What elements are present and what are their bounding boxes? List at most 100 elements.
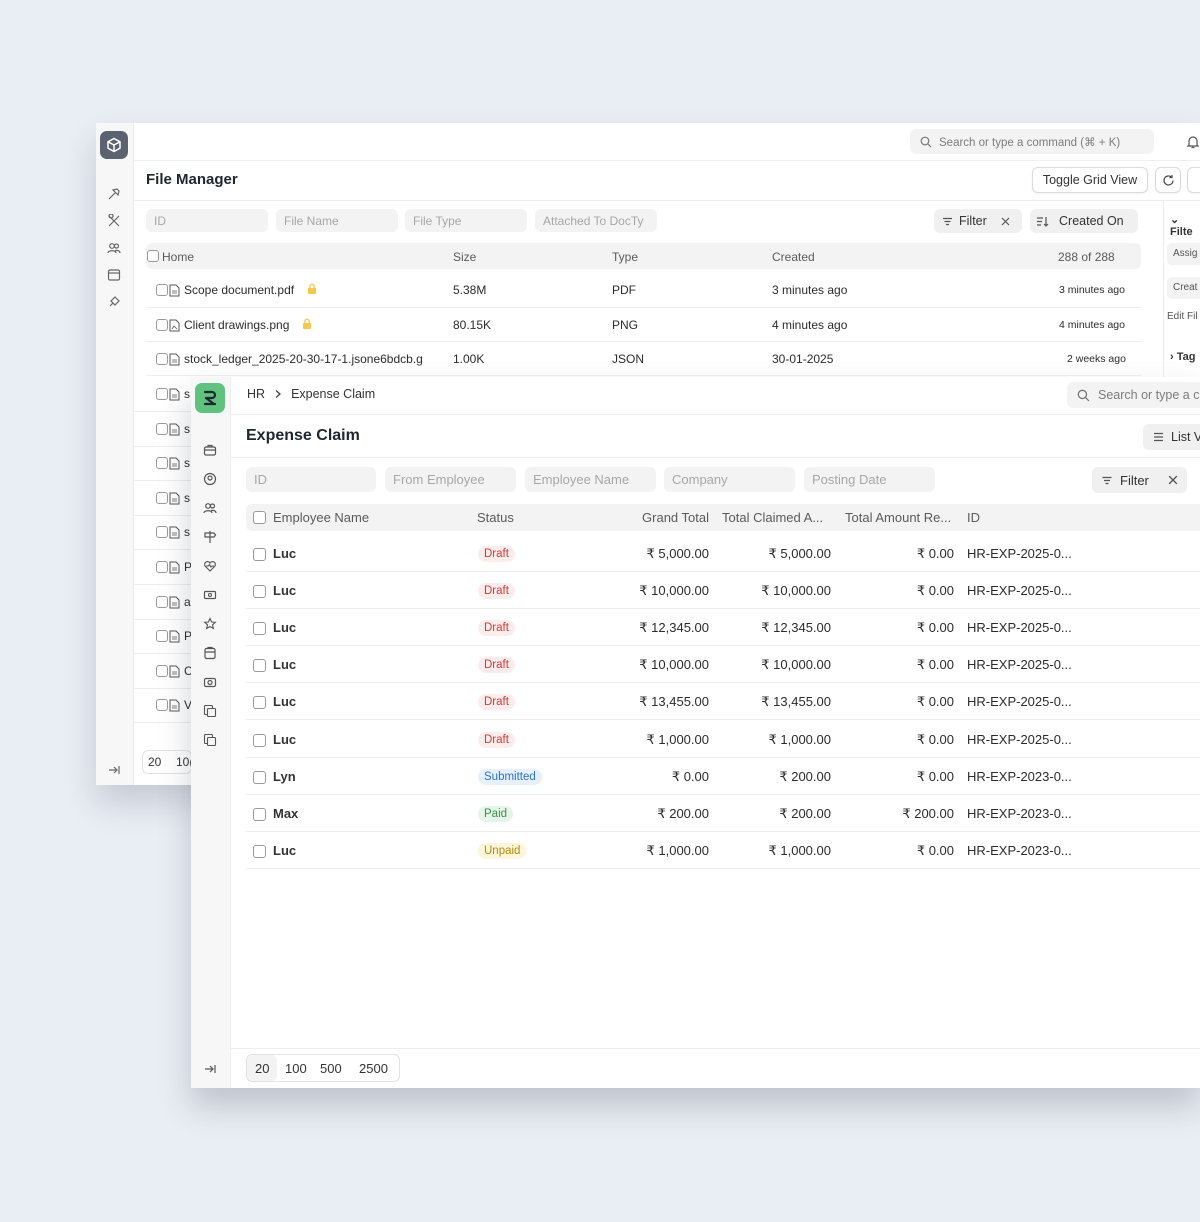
created-by-button[interactable]: Creat bbox=[1167, 277, 1200, 299]
row-checkbox[interactable] bbox=[253, 845, 266, 858]
row-checkbox[interactable] bbox=[156, 630, 168, 642]
plug-icon[interactable] bbox=[107, 295, 121, 309]
expense-claim-id[interactable]: HR-EXP-2025-0... bbox=[967, 657, 1072, 672]
camera-icon[interactable] bbox=[203, 675, 217, 689]
page-size-20[interactable]: 20 bbox=[148, 755, 161, 769]
edit-filter-link[interactable]: Edit Fil bbox=[1167, 311, 1198, 322]
close-icon[interactable] bbox=[1168, 475, 1178, 485]
app-logo[interactable] bbox=[100, 131, 128, 159]
file-type-filter-field[interactable]: File Type bbox=[405, 209, 527, 232]
search-bar[interactable]: Search or type a c bbox=[1067, 382, 1200, 408]
star-icon[interactable] bbox=[203, 617, 217, 631]
row-checkbox[interactable] bbox=[253, 696, 266, 709]
signpost-icon[interactable] bbox=[203, 530, 217, 544]
row-checkbox[interactable] bbox=[156, 423, 168, 435]
column-id[interactable]: ID bbox=[967, 510, 980, 525]
users-icon[interactable] bbox=[107, 241, 121, 255]
company-filter-field[interactable]: Company bbox=[664, 467, 795, 492]
row-checkbox[interactable] bbox=[156, 526, 168, 538]
expense-claim-id[interactable]: HR-EXP-2025-0... bbox=[967, 583, 1072, 598]
file-name[interactable]: s bbox=[184, 387, 190, 401]
list-view-button[interactable]: List V bbox=[1143, 424, 1200, 450]
column-status[interactable]: Status bbox=[477, 510, 514, 525]
employee-name-filter-field[interactable]: Employee Name bbox=[525, 467, 656, 492]
employee-name[interactable]: Lyn bbox=[273, 769, 296, 784]
refresh-button[interactable] bbox=[1155, 167, 1181, 193]
app-logo[interactable] bbox=[195, 383, 225, 413]
expense-claim-id[interactable]: HR-EXP-2025-0... bbox=[967, 620, 1072, 635]
breadcrumb-hr[interactable]: HR bbox=[247, 387, 265, 401]
row-checkbox[interactable] bbox=[253, 808, 266, 821]
id-filter-field[interactable]: ID bbox=[146, 209, 268, 232]
file-name[interactable]: s bbox=[184, 491, 190, 505]
select-all-checkbox[interactable] bbox=[147, 250, 159, 262]
more-button[interactable] bbox=[1187, 167, 1200, 193]
users-icon[interactable] bbox=[203, 501, 217, 515]
column-total-claimed-amount[interactable]: Total Claimed A... bbox=[722, 510, 823, 525]
row-checkbox[interactable] bbox=[156, 388, 168, 400]
file-name[interactable]: s bbox=[184, 422, 190, 436]
hammer-icon[interactable] bbox=[107, 187, 121, 201]
file-name[interactable]: Scope document.pdf bbox=[184, 283, 294, 297]
file-name-filter-field[interactable]: File Name bbox=[276, 209, 398, 232]
collapse-sidebar-icon[interactable] bbox=[203, 1062, 217, 1076]
row-checkbox[interactable] bbox=[156, 457, 168, 469]
column-type[interactable]: Type bbox=[612, 250, 638, 264]
clipboard-icon[interactable] bbox=[203, 646, 217, 660]
collapse-sidebar-icon[interactable] bbox=[107, 763, 121, 777]
row-checkbox[interactable] bbox=[156, 353, 168, 365]
user-circle-icon[interactable] bbox=[203, 472, 217, 486]
select-all-checkbox[interactable] bbox=[253, 511, 266, 524]
expense-claim-id[interactable]: HR-EXP-2025-0... bbox=[967, 732, 1072, 747]
column-employee-name[interactable]: Employee Name bbox=[273, 510, 369, 525]
file-name[interactable]: s bbox=[184, 525, 190, 539]
row-checkbox[interactable] bbox=[156, 284, 168, 296]
file-name[interactable]: stock_ledger_2025-20-30-17-1.jsone6bdcb.… bbox=[184, 352, 423, 366]
row-checkbox[interactable] bbox=[156, 561, 168, 573]
posting-date-filter-field[interactable]: Posting Date bbox=[804, 467, 935, 492]
page-size-100[interactable]: 100 bbox=[285, 1061, 307, 1076]
assign-button[interactable]: Assig bbox=[1167, 243, 1200, 265]
row-checkbox[interactable] bbox=[156, 665, 168, 677]
column-created[interactable]: Created bbox=[772, 250, 815, 264]
expense-claim-id[interactable]: HR-EXP-2025-0... bbox=[967, 694, 1072, 709]
id-filter-field[interactable]: ID bbox=[246, 467, 376, 492]
row-checkbox[interactable] bbox=[156, 492, 168, 504]
column-size[interactable]: Size bbox=[453, 250, 476, 264]
bell-icon[interactable] bbox=[1186, 135, 1200, 149]
row-checkbox[interactable] bbox=[156, 319, 168, 331]
search-bar[interactable]: Search or type a command (⌘ + K) bbox=[910, 129, 1154, 154]
expense-claim-id[interactable]: HR-EXP-2023-0... bbox=[967, 806, 1072, 821]
sort-button[interactable]: Created On bbox=[1030, 209, 1138, 233]
row-checkbox[interactable] bbox=[253, 548, 266, 561]
employee-name[interactable]: Luc bbox=[273, 620, 296, 635]
side-panel-tags[interactable]: › Tag bbox=[1170, 351, 1195, 363]
row-checkbox[interactable] bbox=[156, 699, 168, 711]
file-name[interactable]: Client drawings.png bbox=[184, 318, 289, 332]
copy-icon[interactable] bbox=[203, 733, 217, 747]
briefcase-icon[interactable] bbox=[203, 443, 217, 457]
row-checkbox[interactable] bbox=[253, 585, 266, 598]
money-icon[interactable] bbox=[203, 588, 217, 602]
file-name[interactable]: a bbox=[184, 595, 191, 609]
column-grand-total[interactable]: Grand Total bbox=[589, 510, 709, 525]
filter-button[interactable]: Filter bbox=[934, 209, 1022, 233]
employee-name[interactable]: Luc bbox=[273, 843, 296, 858]
close-icon[interactable] bbox=[1001, 217, 1010, 226]
row-checkbox[interactable] bbox=[253, 659, 266, 672]
filter-button[interactable]: Filter bbox=[1092, 467, 1187, 493]
page-size-500[interactable]: 500 bbox=[320, 1061, 342, 1076]
from-employee-filter-field[interactable]: From Employee bbox=[385, 467, 516, 492]
employee-name[interactable]: Luc bbox=[273, 583, 296, 598]
toggle-grid-view-button[interactable]: Toggle Grid View bbox=[1032, 167, 1148, 193]
employee-name[interactable]: Luc bbox=[273, 694, 296, 709]
employee-name[interactable]: Luc bbox=[273, 546, 296, 561]
expense-claim-id[interactable]: HR-EXP-2023-0... bbox=[967, 843, 1072, 858]
column-home[interactable]: Home bbox=[162, 250, 194, 264]
page-size-20[interactable]: 20 bbox=[255, 1061, 269, 1076]
window-icon[interactable] bbox=[107, 268, 121, 282]
side-panel-filter[interactable]: ⌄ Filte bbox=[1170, 213, 1200, 238]
row-checkbox[interactable] bbox=[253, 622, 266, 635]
file-name[interactable]: s bbox=[184, 456, 190, 470]
attached-to-doctype-filter-field[interactable]: Attached To DocTy bbox=[535, 209, 657, 232]
